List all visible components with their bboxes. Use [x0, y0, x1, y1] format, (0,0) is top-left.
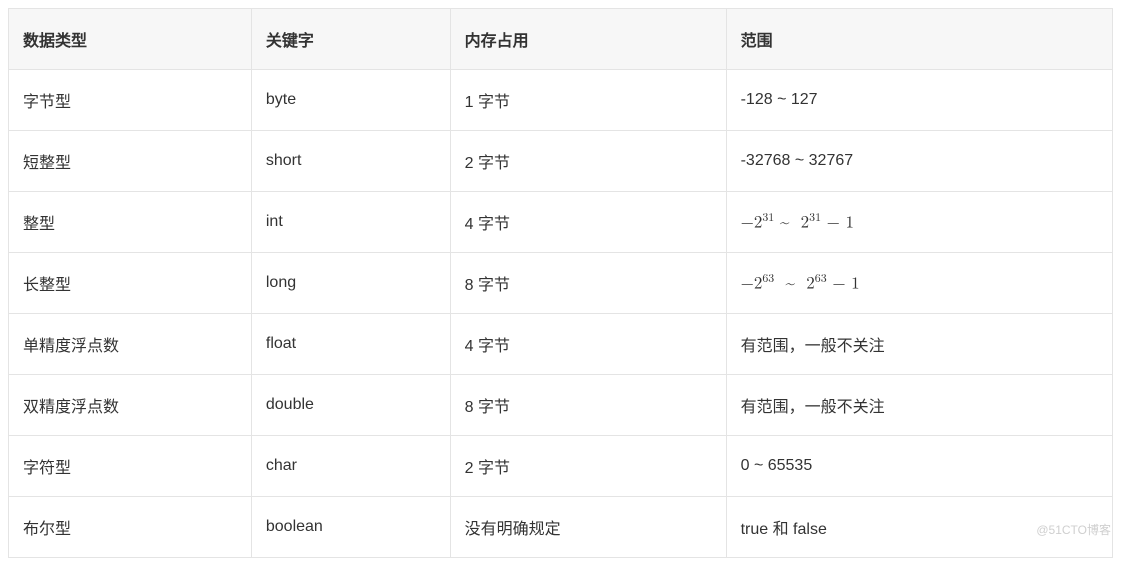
cell-keyword: short: [251, 131, 450, 192]
cell-type: 布尔型: [9, 497, 252, 558]
cell-range: 有范围，一般不关注: [726, 375, 1112, 436]
cell-keyword: int: [251, 192, 450, 253]
cell-range: −263 ~ 263 − 1: [726, 253, 1112, 314]
cell-keyword: boolean: [251, 497, 450, 558]
header-range: 范围: [726, 9, 1112, 70]
cell-memory: 4 字节: [450, 314, 726, 375]
cell-keyword: double: [251, 375, 450, 436]
header-memory: 内存占用: [450, 9, 726, 70]
table-row: 布尔型 boolean 没有明确规定 true 和 false: [9, 497, 1113, 558]
cell-type: 字符型: [9, 436, 252, 497]
cell-keyword: byte: [251, 70, 450, 131]
cell-memory: 2 字节: [450, 131, 726, 192]
cell-type: 长整型: [9, 253, 252, 314]
cell-range: −231 ~ 231 − 1: [726, 192, 1112, 253]
table-row: 单精度浮点数 float 4 字节 有范围，一般不关注: [9, 314, 1113, 375]
data-types-table: 数据类型 关键字 内存占用 范围 字节型 byte 1 字节 -128 ~ 12…: [8, 8, 1113, 558]
table-row: 整型 int 4 字节 −231 ~ 231 − 1: [9, 192, 1113, 253]
cell-memory: 1 字节: [450, 70, 726, 131]
cell-range: 有范围，一般不关注: [726, 314, 1112, 375]
table-row: 字符型 char 2 字节 0 ~ 65535: [9, 436, 1113, 497]
table-row: 字节型 byte 1 字节 -128 ~ 127: [9, 70, 1113, 131]
cell-type: 字节型: [9, 70, 252, 131]
cell-memory: 8 字节: [450, 253, 726, 314]
cell-memory: 4 字节: [450, 192, 726, 253]
table-row: 长整型 long 8 字节 −263 ~ 263 − 1: [9, 253, 1113, 314]
cell-memory: 没有明确规定: [450, 497, 726, 558]
table-row: 短整型 short 2 字节 -32768 ~ 32767: [9, 131, 1113, 192]
header-data-type: 数据类型: [9, 9, 252, 70]
cell-range: -128 ~ 127: [726, 70, 1112, 131]
watermark: @51CTO博客: [1036, 521, 1111, 538]
cell-type: 短整型: [9, 131, 252, 192]
header-keyword: 关键字: [251, 9, 450, 70]
cell-memory: 8 字节: [450, 375, 726, 436]
cell-range: -32768 ~ 32767: [726, 131, 1112, 192]
cell-keyword: float: [251, 314, 450, 375]
table-header-row: 数据类型 关键字 内存占用 范围: [9, 9, 1113, 70]
cell-type: 单精度浮点数: [9, 314, 252, 375]
cell-memory: 2 字节: [450, 436, 726, 497]
table-row: 双精度浮点数 double 8 字节 有范围，一般不关注: [9, 375, 1113, 436]
cell-keyword: long: [251, 253, 450, 314]
cell-keyword: char: [251, 436, 450, 497]
cell-range: 0 ~ 65535: [726, 436, 1112, 497]
table-body: 字节型 byte 1 字节 -128 ~ 127 短整型 short 2 字节 …: [9, 70, 1113, 558]
cell-type: 双精度浮点数: [9, 375, 252, 436]
cell-type: 整型: [9, 192, 252, 253]
